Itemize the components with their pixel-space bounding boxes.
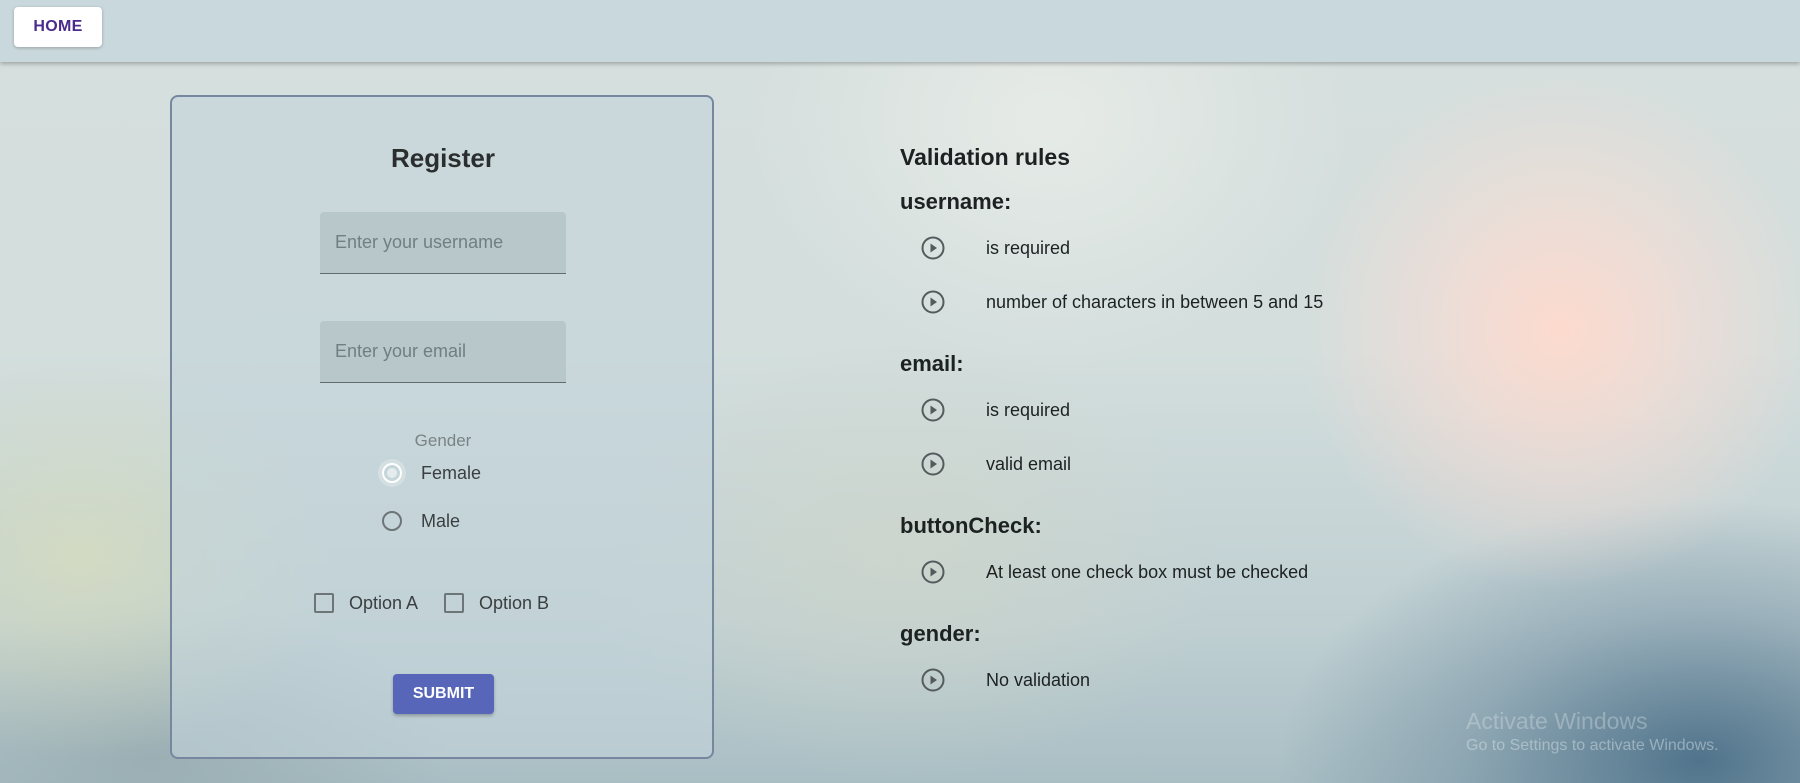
radio-button-selected[interactable] <box>382 463 402 483</box>
radio-label-female: Female <box>421 462 482 483</box>
checkbox-label-option-a: Option A <box>349 592 419 613</box>
rule-item: number of characters in between 5 and 15 <box>920 289 1323 315</box>
checkbox[interactable] <box>314 593 334 613</box>
rule-text: No validation <box>986 669 1091 690</box>
rule-heading-buttoncheck: buttonCheck: <box>900 513 1042 538</box>
radio-button[interactable] <box>382 511 402 531</box>
rule-text: At least one check box must be checked <box>986 561 1309 582</box>
home-button[interactable]: HOME <box>14 7 102 47</box>
email-input[interactable] <box>320 321 566 383</box>
play-circle-icon <box>921 452 945 476</box>
checkbox-option-a[interactable]: Option A <box>314 588 418 618</box>
rule-item: No validation <box>920 667 1090 693</box>
rule-text: is required <box>986 399 1071 420</box>
activate-windows-watermark-title: Activate Windows <box>1466 708 1648 734</box>
validation-rules-title: Validation rules <box>900 144 1070 170</box>
top-app-bar: HOME <box>0 0 1800 62</box>
register-title: Register <box>390 143 496 173</box>
rule-text: number of characters in between 5 and 15 <box>986 291 1324 312</box>
rule-item: At least one check box must be checked <box>920 559 1308 585</box>
activate-windows-watermark-subtitle: Go to Settings to activate Windows. <box>1466 737 1719 754</box>
username-input[interactable] <box>320 212 566 274</box>
checkbox-option-b[interactable]: Option B <box>444 588 549 618</box>
checkbox[interactable] <box>444 593 464 613</box>
play-circle-icon <box>921 236 945 260</box>
rule-heading-username: username: <box>900 189 1012 214</box>
rule-item: is required <box>920 235 1070 261</box>
rule-heading-gender: gender: <box>900 621 981 646</box>
register-card <box>170 95 714 759</box>
gender-radio-female[interactable]: Female <box>382 458 481 488</box>
gender-radio-male[interactable]: Male <box>382 506 460 536</box>
play-circle-icon <box>921 398 945 422</box>
rule-item: valid email <box>920 451 1071 477</box>
radio-label-male: Male <box>421 510 461 531</box>
play-circle-icon <box>921 668 945 692</box>
rule-text: is required <box>986 237 1071 258</box>
rule-item: is required <box>920 397 1070 423</box>
rule-text: valid email <box>986 453 1072 474</box>
submit-button[interactable]: SUBMIT <box>393 674 494 714</box>
play-circle-icon <box>921 560 945 584</box>
play-circle-icon <box>921 290 945 314</box>
checkbox-label-option-b: Option B <box>479 592 550 613</box>
gender-label: Gender <box>414 431 472 450</box>
rule-heading-email: email: <box>900 351 964 376</box>
